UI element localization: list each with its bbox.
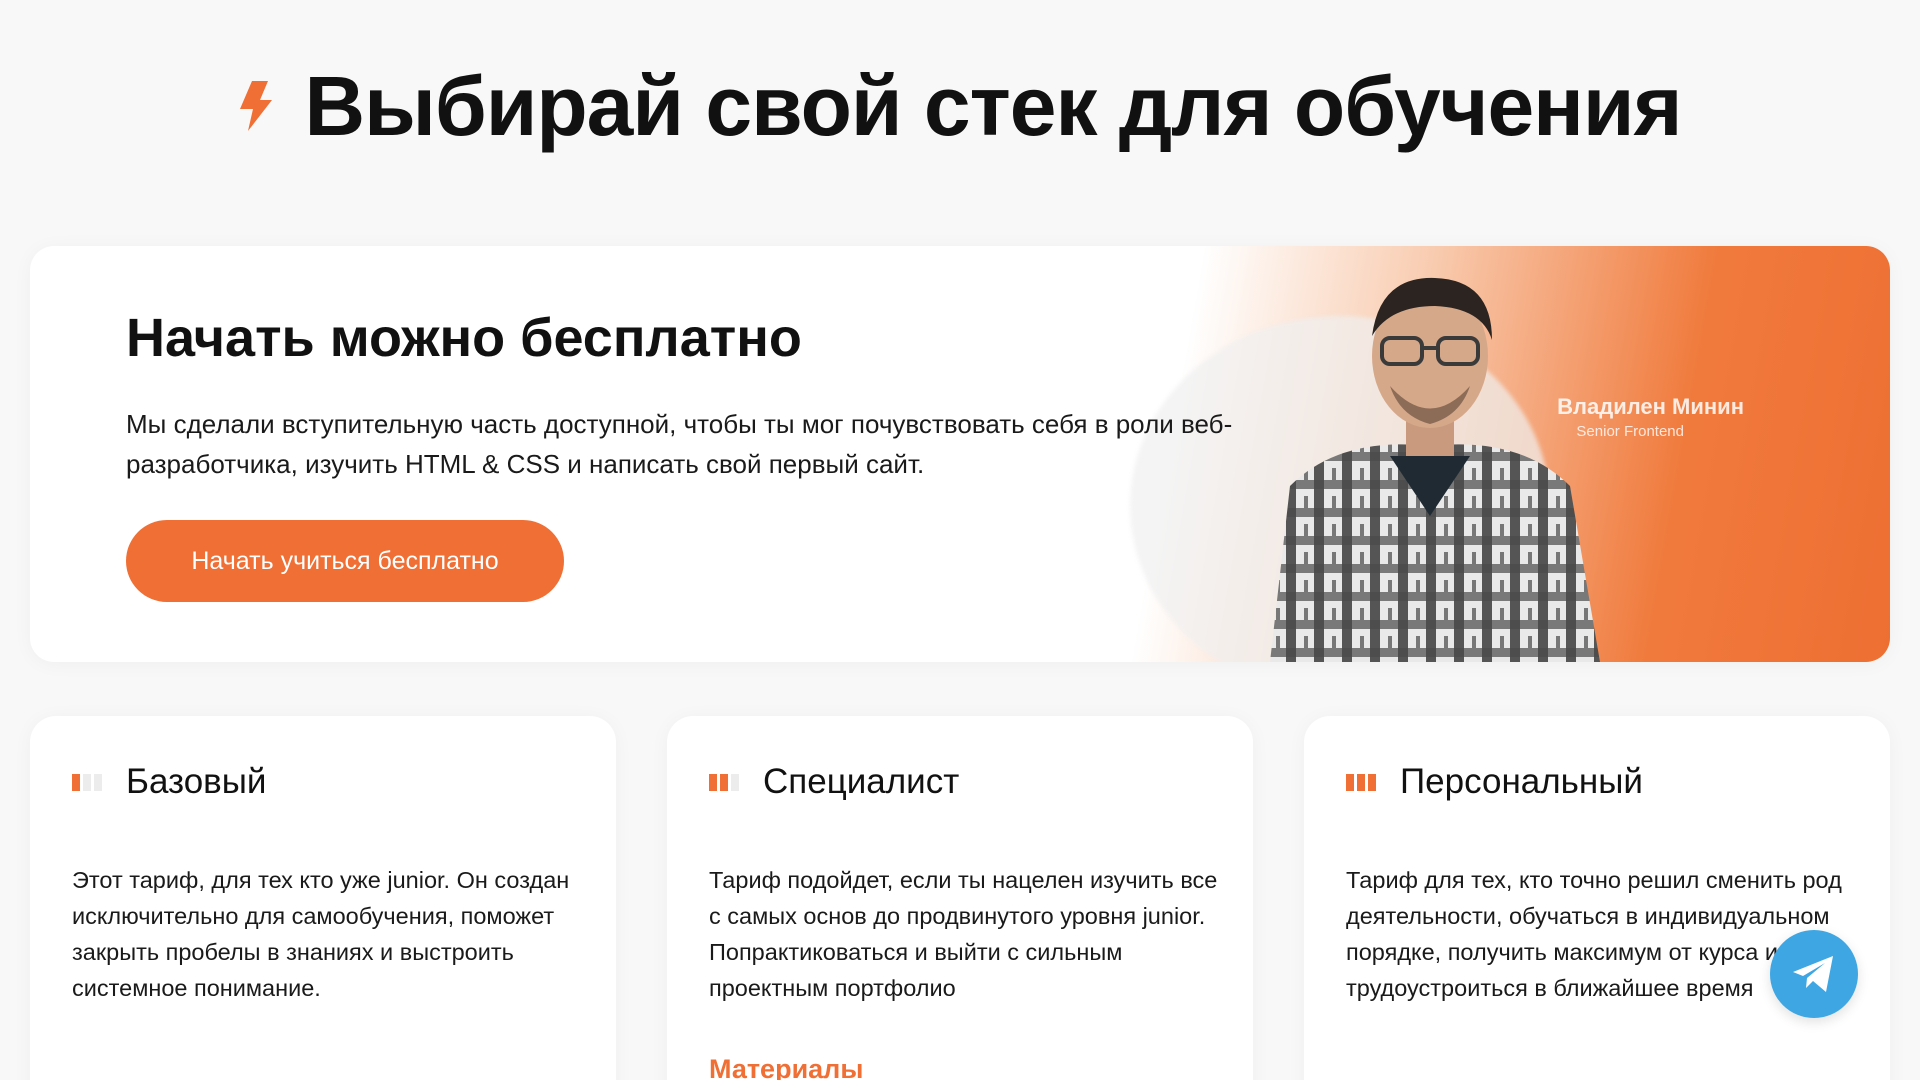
promo-title: Начать можно бесплатно bbox=[126, 308, 802, 368]
tariff-title: Персональный bbox=[1400, 762, 1643, 801]
tariff-card-personal: Персональный Тариф для тех, кто точно ре… bbox=[1304, 716, 1890, 1080]
mentor-name: Владилен Минин bbox=[1557, 394, 1744, 419]
tariff-title: Специалист bbox=[763, 762, 960, 801]
promo-description: Мы сделали вступительную часть доступной… bbox=[126, 409, 1233, 479]
tariff-header: Базовый bbox=[72, 762, 266, 802]
level-3-icon bbox=[1346, 773, 1376, 791]
telegram-button[interactable] bbox=[1770, 930, 1858, 1018]
tariff-card-basic: Базовый Этот тариф, для тех кто уже juni… bbox=[30, 716, 616, 1080]
level-1-icon bbox=[72, 773, 102, 791]
page: Выбирай свой стек для обучения Владилен … bbox=[0, 0, 1920, 1080]
tariff-header: Персональный bbox=[1346, 762, 1643, 802]
free-start-card: Владилен Минин Senior Frontend Начать мо… bbox=[30, 246, 1890, 662]
tariff-title: Базовый bbox=[126, 762, 267, 801]
tariff-description: Тариф подойдет, если ты нацелен изучить … bbox=[709, 867, 1218, 1001]
materials-link[interactable]: Материалы bbox=[709, 1054, 863, 1080]
tariff-card-specialist: Специалист Тариф подойдет, если ты нацел… bbox=[667, 716, 1253, 1080]
start-free-button[interactable]: Начать учиться бесплатно bbox=[126, 520, 564, 602]
mentor-role: Senior Frontend bbox=[1576, 423, 1684, 440]
telegram-icon bbox=[1793, 956, 1833, 992]
section-heading: Выбирай свой стек для обучения bbox=[0, 58, 1920, 154]
tariff-description: Этот тариф, для тех кто уже junior. Он с… bbox=[72, 867, 570, 1001]
tariff-header: Специалист bbox=[709, 762, 959, 802]
level-2-icon bbox=[709, 773, 739, 791]
section-title: Выбирай свой стек для обучения bbox=[304, 59, 1682, 153]
lightning-icon bbox=[240, 81, 273, 131]
